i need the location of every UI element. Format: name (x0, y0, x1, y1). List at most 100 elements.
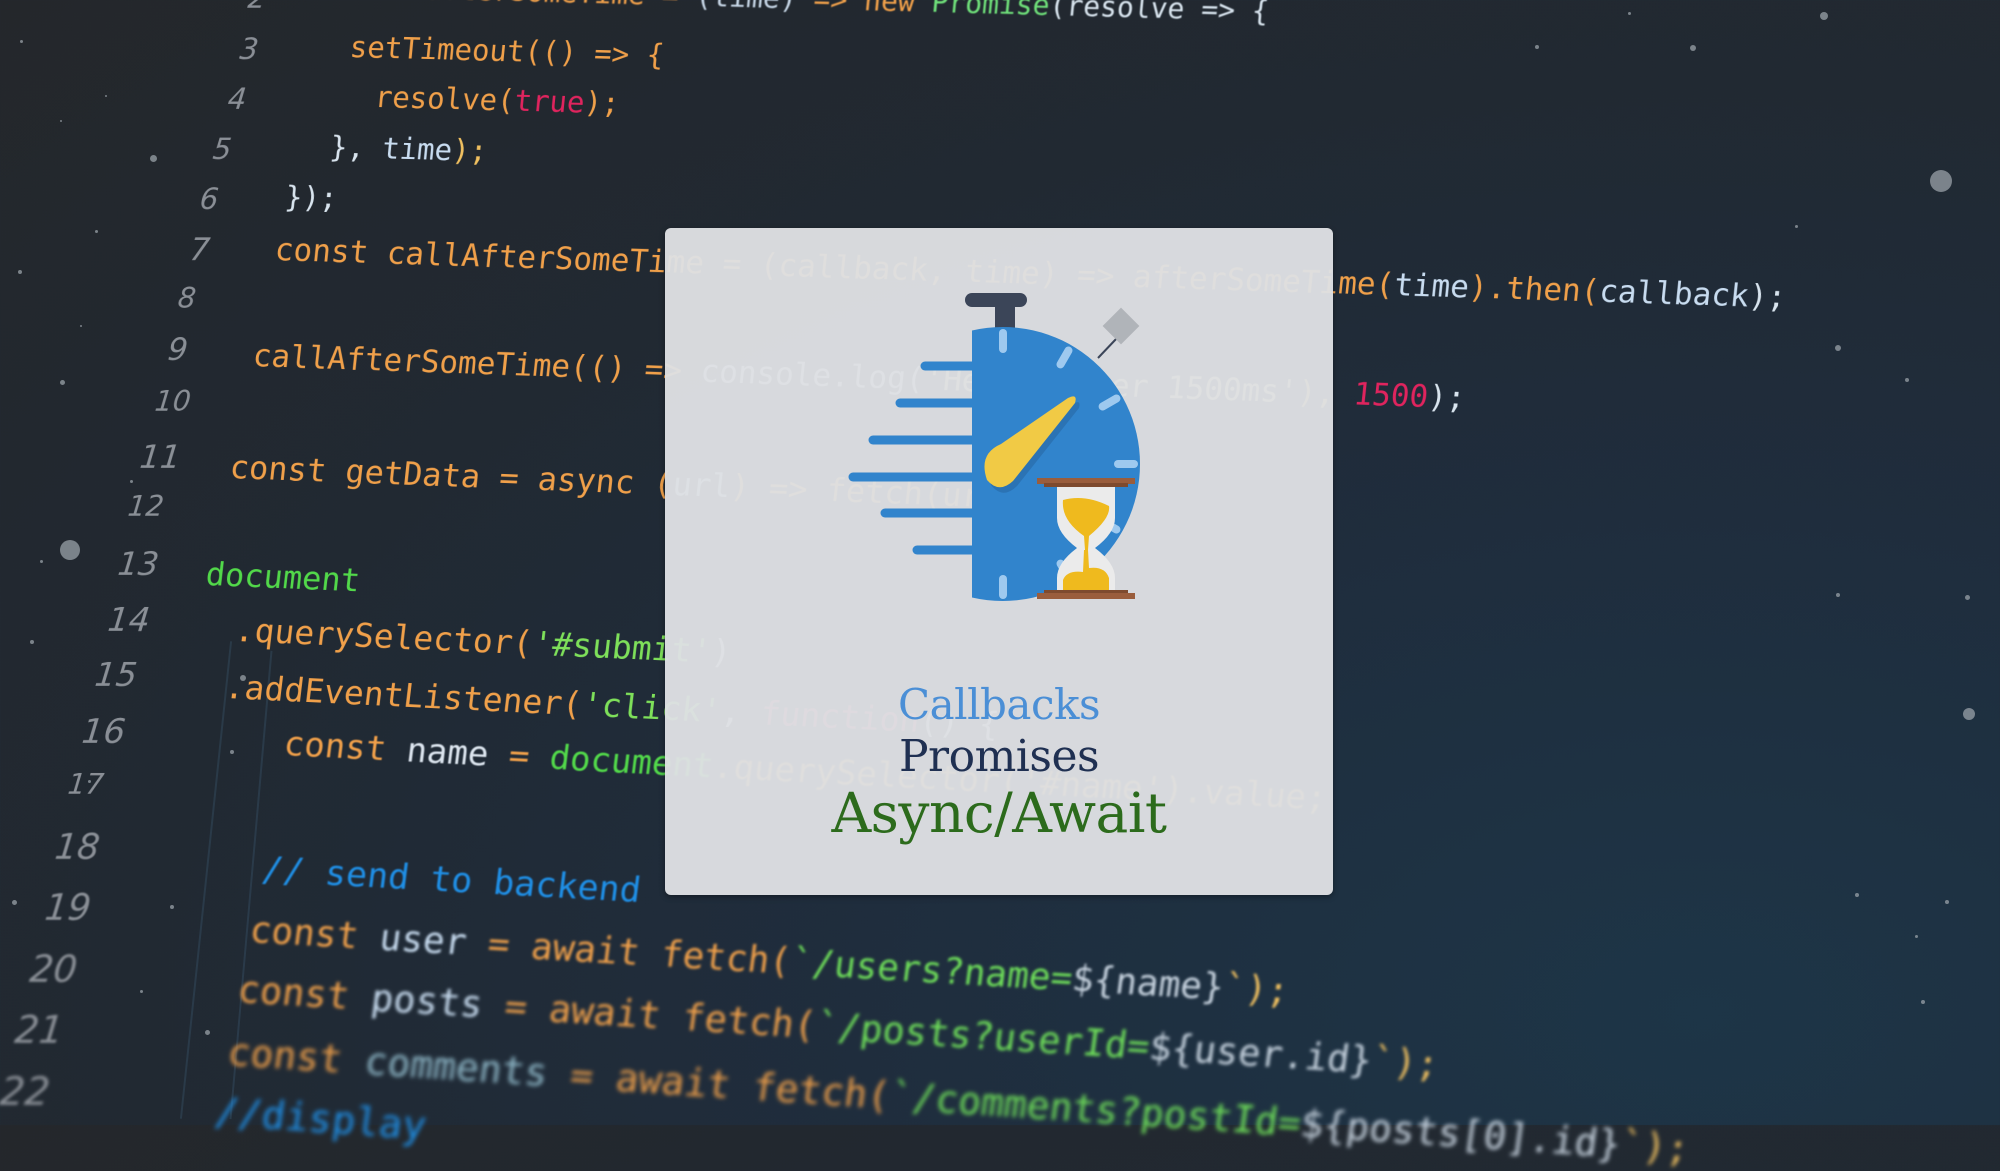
code-token: ); (450, 133, 489, 169)
code-token: const (235, 968, 375, 1020)
line-number: 8 (176, 282, 198, 315)
dust-speck (170, 905, 174, 909)
code-token: // send to backend (259, 850, 644, 912)
stopwatch-side-button-icon (1102, 307, 1140, 345)
line-number: 21 (12, 1008, 66, 1052)
line-number: 20 (27, 948, 80, 991)
stopwatch-hourglass-icon (848, 293, 1140, 601)
dust-speck (1963, 708, 1975, 720)
speed-lines-icon (848, 361, 982, 555)
line-number: 10 (153, 385, 193, 418)
line-number: 16 (79, 712, 128, 752)
code-token: const getData = async ( (227, 448, 675, 503)
code-token: `/posts?userId= (813, 1004, 1153, 1069)
code-token: = await fetch( (544, 1051, 894, 1118)
code-token: const afterSomeTime = (323, 0, 697, 13)
title-callbacks: Callbacks (898, 680, 1101, 729)
code-token: posts (368, 976, 486, 1027)
title-card: Callbacks Promises Async/Await (665, 228, 1333, 895)
code-token: const (247, 910, 383, 959)
line-number: 18 (52, 828, 102, 868)
dust-speck (95, 230, 98, 233)
code-token: ${user.id} (1146, 1025, 1375, 1083)
dust-speck (60, 540, 80, 560)
dust-speck (105, 95, 107, 97)
code-line: document (204, 555, 362, 599)
code-line: // send to backend (259, 850, 643, 911)
code-token: `); (1369, 1039, 1442, 1087)
dust-speck (1915, 935, 1918, 938)
code-token: true (513, 83, 587, 120)
code-token: Promise (930, 0, 1052, 22)
line-number: 11 (138, 438, 183, 476)
line-number: 5 (211, 132, 234, 166)
code-token: time (380, 131, 454, 168)
dust-speck (1535, 45, 1539, 49)
dust-speck (1921, 1000, 1925, 1004)
code-token: name (404, 730, 491, 775)
dust-speck (1795, 225, 1798, 228)
code-token: 1500 (1351, 376, 1431, 415)
code-token: }, (328, 130, 385, 166)
dust-speck (140, 990, 143, 993)
dust-speck (1930, 170, 1952, 192)
code-token: .addEventListener( (222, 667, 585, 724)
indent-guide (179, 641, 233, 1119)
code-token: ).then( (1467, 269, 1602, 310)
code-token: callback (1597, 273, 1751, 315)
dust-speck (1965, 595, 1970, 600)
code-token: `/users?name= (788, 942, 1075, 1000)
code-token: time (1392, 267, 1471, 306)
code-token: comments (361, 1039, 551, 1096)
code-token: => new (795, 0, 934, 19)
dust-speck (60, 120, 62, 122)
code-token: (resolve => { (1048, 0, 1271, 28)
dust-speck (230, 750, 234, 754)
line-number: 14 (105, 600, 153, 639)
dust-speck (12, 900, 17, 905)
title-async-await: Async/Await (831, 781, 1167, 845)
code-token: ${name} (1069, 958, 1227, 1009)
dust-speck (1628, 12, 1631, 15)
dust-speck (80, 325, 82, 327)
code-token: const (281, 724, 410, 771)
code-token: (time) (694, 0, 798, 15)
code-token: = (485, 734, 553, 778)
code-token: setTimeout(() => { (348, 30, 666, 73)
code-token: user (377, 917, 470, 964)
dust-speck (40, 560, 43, 563)
dust-speck (1820, 12, 1828, 20)
stopwatch-button-stem (1097, 337, 1118, 359)
code-token: `); (1220, 967, 1292, 1013)
dust-speck (150, 155, 157, 162)
line-number: 3 (238, 32, 261, 66)
line-number: 22 (0, 1070, 53, 1115)
code-token: }); (283, 180, 340, 216)
code-token: = await fetch( (463, 922, 794, 984)
code-token: .querySelector( (232, 610, 535, 663)
code-line: .querySelector('#submit') (233, 610, 734, 671)
line-number: 9 (166, 332, 190, 368)
code-token: ); (582, 85, 622, 121)
code-token: ); (1746, 278, 1788, 316)
stopwatch-stem (995, 300, 1015, 330)
dust-speck (20, 40, 23, 43)
dust-speck (130, 480, 133, 483)
dust-speck (1855, 893, 1859, 897)
code-token: ${posts[0].id} (1297, 1101, 1624, 1167)
dust-speck (1836, 593, 1840, 597)
line-number: 7 (188, 232, 212, 268)
line-number: 13 (116, 545, 161, 583)
line-number: 4 (226, 82, 249, 116)
code-token: resolve( (373, 80, 517, 118)
code-line: }); (283, 180, 339, 215)
code-token: document (203, 555, 363, 600)
code-line: const afterSomeTime = (time) => new Prom… (323, 0, 1270, 28)
code-line: resolve(true); (373, 80, 621, 120)
dust-speck (1905, 378, 1909, 382)
line-number: 17 (66, 768, 106, 801)
line-number: 6 (198, 182, 221, 216)
dust-speck (18, 270, 22, 274)
title-promises: Promises (898, 731, 1100, 782)
dust-speck (1835, 345, 1841, 351)
